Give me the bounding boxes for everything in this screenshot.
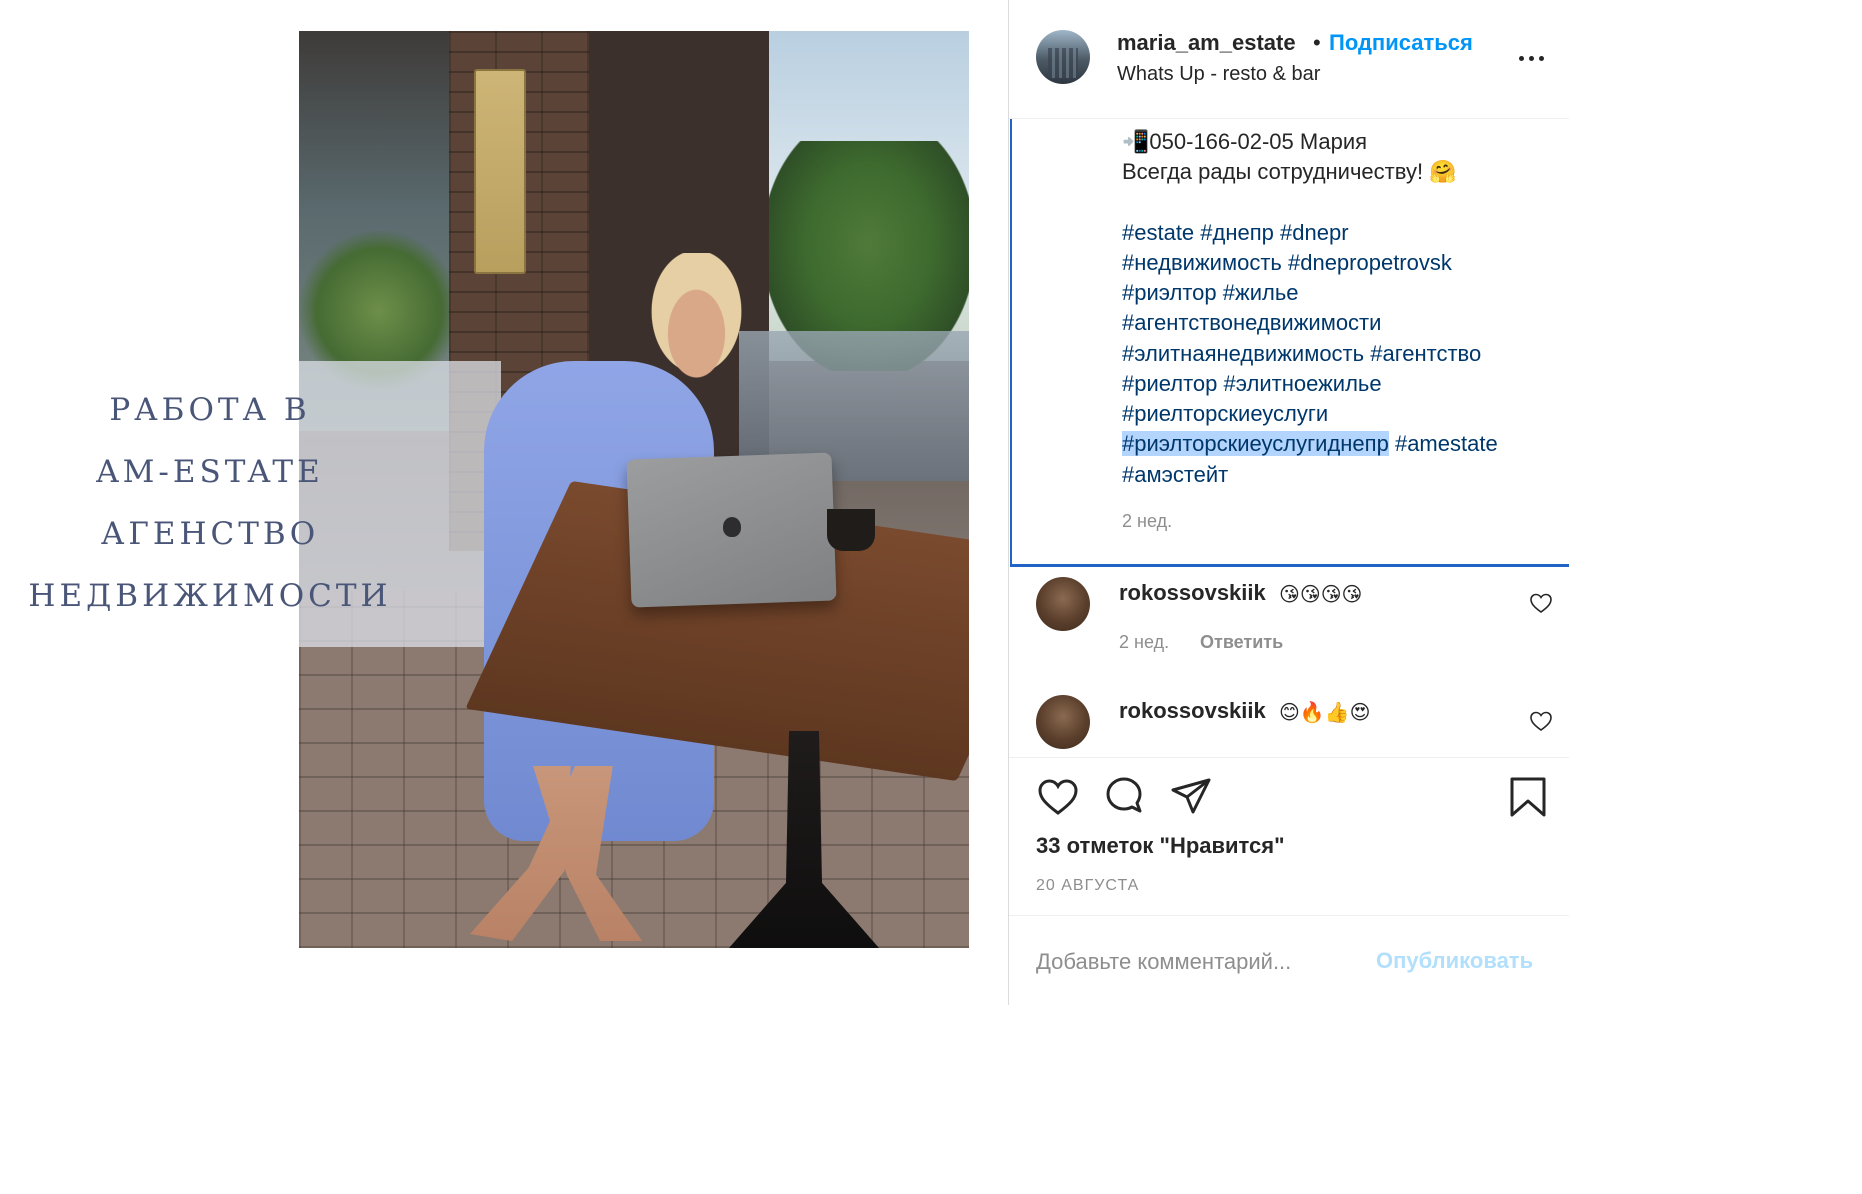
hashtag-link[interactable]: #агентство — [1370, 341, 1481, 366]
comment-text: 😘😘😘😘 — [1279, 584, 1363, 606]
bookmark-icon[interactable] — [1506, 775, 1550, 819]
likes-count[interactable]: 33 отметок "Нравится" — [1036, 833, 1285, 859]
hashtag-line: #риелторскиеуслуги — [1122, 401, 1328, 427]
publish-button[interactable]: Опубликовать — [1376, 948, 1533, 974]
photo-woman-head — [644, 253, 749, 383]
author-avatar[interactable] — [1036, 30, 1090, 84]
hashtag-line: #агентствонедвижимости — [1122, 310, 1381, 336]
hashtag-link[interactable]: #недвижимость — [1122, 250, 1282, 275]
post-date[interactable]: 20 АВГУСТА — [1036, 877, 1139, 895]
hashtag-link-selected[interactable]: #риэлторскиеуслугиднепр — [1122, 431, 1389, 456]
more-horizontal-icon[interactable] — [1519, 56, 1547, 62]
comment-input-divider — [1009, 915, 1569, 916]
image-heading-line: АГЕНСТВО — [100, 516, 320, 552]
hashtag-link[interactable]: #риелторскиеуслуги — [1122, 401, 1328, 426]
photo-brass-plate — [474, 69, 526, 274]
hashtag-line: #estate #днепр #dnepr — [1122, 220, 1349, 246]
follow-button[interactable]: Подписаться — [1329, 30, 1473, 56]
caption-phone-text: 050-166-02-05 Мария — [1149, 129, 1368, 154]
actions-divider — [1009, 757, 1569, 758]
comment-icon[interactable] — [1102, 775, 1146, 819]
hashtag-line: #риэлторскиеуслугиднепр #amestate — [1122, 431, 1498, 457]
post-location[interactable]: Whats Up - resto & bar — [1117, 63, 1320, 86]
hashtag-link[interactable]: #dnepropetrovsk — [1288, 250, 1452, 275]
hashtag-line: #амэстейт — [1122, 462, 1228, 488]
image-heading-line: НЕДВИЖИМОСТИ — [28, 578, 392, 614]
hashtag-link[interactable]: #риелтор — [1122, 371, 1217, 396]
hashtag-link[interactable]: #днепр — [1200, 220, 1274, 245]
comment-text: 😊🔥👍😍 — [1279, 702, 1371, 724]
commenter-avatar[interactable] — [1036, 695, 1090, 749]
reply-button[interactable]: Ответить — [1200, 632, 1283, 653]
comment-username[interactable]: rokossovskiik — [1119, 698, 1266, 724]
hashtag-line: #недвижимость #dnepropetrovsk — [1122, 250, 1452, 276]
hashtag-link[interactable]: #элитнаянедвижимость — [1122, 341, 1364, 366]
image-heading-line: AM-ESTATE — [96, 454, 324, 490]
comment-username[interactable]: rokossovskiik — [1119, 580, 1266, 606]
hashtag-link[interactable]: #жилье — [1223, 280, 1299, 305]
caption-greeting: Всегда рады сотрудничеству! 🤗 — [1122, 159, 1457, 184]
hashtag-link[interactable]: #элитноежилье — [1224, 371, 1382, 396]
post-side-panel: maria_am_estate • Подписаться Whats Up -… — [1008, 0, 1569, 1005]
author-username[interactable]: maria_am_estate — [1117, 30, 1296, 56]
caption-timestamp[interactable]: 2 нед. — [1122, 511, 1172, 532]
comment-input[interactable] — [1036, 944, 1356, 980]
share-icon[interactable] — [1169, 775, 1213, 819]
comment-like-heart-icon[interactable] — [1529, 710, 1553, 732]
hashtag-line: #риэлтор #жилье — [1122, 280, 1299, 306]
caption-phone-line: 📲050-166-02-05 Мария — [1122, 129, 1367, 155]
comment-timestamp[interactable]: 2 нед. — [1119, 632, 1169, 653]
hashtag-link[interactable]: #агентствонедвижимости — [1122, 310, 1381, 335]
header-separator: • — [1313, 30, 1321, 55]
commenter-avatar[interactable] — [1036, 577, 1090, 631]
hashtag-link[interactable]: #dnepr — [1280, 220, 1349, 245]
apple-logo-icon — [723, 517, 741, 537]
phone-icon: 📲 — [1122, 129, 1150, 154]
hashtag-link[interactable]: #amestate — [1395, 431, 1498, 456]
hashtag-link[interactable]: #estate — [1122, 220, 1194, 245]
hashtag-line: #элитнаянедвижимость #агентство — [1122, 341, 1481, 367]
hashtag-link[interactable]: #риэлтор — [1122, 280, 1217, 305]
comment-like-heart-icon[interactable] — [1529, 592, 1553, 614]
hashtag-link[interactable]: #амэстейт — [1122, 462, 1228, 487]
photo-coffee-cup — [827, 509, 875, 551]
hashtag-line: #риелтор #элитноежилье — [1122, 371, 1382, 397]
heart-icon[interactable] — [1036, 775, 1080, 819]
image-heading-line: РАБОТА В — [109, 392, 311, 428]
caption-block: 📲050-166-02-05 Мария Всегда рады сотрудн… — [1010, 119, 1569, 567]
